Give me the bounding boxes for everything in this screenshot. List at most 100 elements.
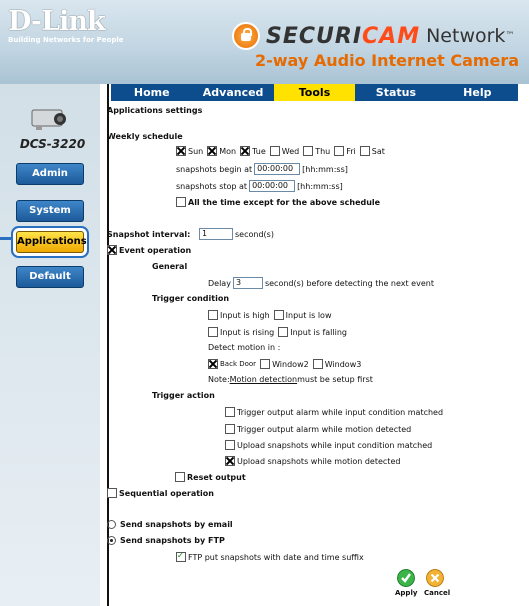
input-rising-label: Input is rising [220, 327, 275, 337]
window-label: Back Door [220, 360, 257, 368]
checkbox-action-4[interactable] [225, 456, 235, 466]
checkbox-fri[interactable] [334, 146, 345, 156]
trademark: ™ [505, 31, 515, 41]
input-high-label: Input is high [220, 310, 270, 320]
day-label: Fri [346, 146, 356, 156]
day-checkboxes: Sun Mon Tue Wed Thu Fri Sat [176, 146, 385, 156]
product-title: SECURI CAM Network ™ [232, 22, 514, 50]
day-label: Thu [315, 146, 331, 156]
checkbox-sequential[interactable] [107, 488, 117, 498]
checkbox-input-rising[interactable] [208, 327, 218, 337]
page-title: Applications settings [107, 106, 203, 115]
checkbox-window3[interactable] [312, 359, 323, 369]
reset-row: Reset output [175, 472, 246, 482]
tab-status[interactable]: Status [355, 84, 436, 101]
all-time-label: All the time except for the above schedu… [188, 197, 381, 207]
reset-label: Reset output [187, 472, 246, 482]
ftp-suffix-row: FTP put snapshots with date and time suf… [176, 551, 364, 562]
main-content: Applications settings Weekly schedule Su… [107, 101, 517, 606]
time-hint: [hh:mm:ss] [302, 164, 348, 174]
title-securi: SECURI [266, 23, 363, 49]
brand-name: D-Link [8, 6, 106, 37]
camera-icon [31, 109, 66, 130]
cancel-button[interactable]: Cancel [424, 589, 450, 597]
radio-email[interactable] [107, 520, 116, 529]
day-label: Sat [371, 146, 385, 156]
checkbox-event-operation[interactable] [107, 245, 117, 255]
ftp-row: Send snapshots by FTP [107, 536, 225, 545]
action-row-2: Trigger output alarm while motion detect… [225, 424, 411, 434]
default-button[interactable]: Default [16, 266, 84, 288]
checkbox-ftp-suffix[interactable] [176, 551, 186, 562]
checkbox-reset-output[interactable] [175, 472, 185, 482]
tab-tools[interactable]: Tools [273, 84, 356, 101]
note-suffix: must be setup first [297, 375, 373, 384]
title-network: Network [426, 25, 506, 47]
day-label: Wed [281, 146, 300, 156]
radio-ftp[interactable] [107, 536, 116, 545]
top-tabs: Home Advanced Tools Status Help [111, 84, 518, 101]
checkbox-input-falling[interactable] [278, 327, 289, 337]
lock-icon [232, 22, 260, 50]
checkbox-wed[interactable] [269, 146, 280, 156]
trigger-condition-heading: Trigger condition [152, 294, 230, 303]
delay-row: Delay 3 second(s) before detecting the n… [208, 277, 434, 289]
action-label: Upload snapshots while motion detected [237, 456, 401, 466]
delay-suffix: second(s) before detecting the next even… [264, 278, 434, 288]
stop-time-input[interactable]: 00:00:00 [249, 180, 296, 192]
trigger-action-heading: Trigger action [152, 391, 215, 400]
all-time-row: All the time except for the above schedu… [176, 197, 380, 207]
checkbox-input-low[interactable] [273, 310, 284, 320]
checkbox-sat[interactable] [359, 146, 370, 156]
checkbox-action-2[interactable] [225, 424, 235, 434]
sequential-row: Sequential operation [107, 488, 214, 498]
tab-home[interactable]: Home [111, 84, 192, 101]
tab-help[interactable]: Help [437, 84, 518, 101]
delay-input[interactable]: 3 [232, 277, 263, 289]
begin-label: snapshots begin at [176, 164, 253, 174]
action-row-1: Trigger output alarm while input conditi… [225, 407, 443, 417]
ftp-label: Send snapshots by FTP [120, 536, 225, 545]
action-label: Trigger output alarm while input conditi… [237, 407, 444, 417]
checkbox-input-high[interactable] [208, 310, 218, 320]
weekly-schedule-label: Weekly schedule [107, 132, 183, 141]
checkbox-mon[interactable] [207, 146, 218, 156]
checkbox-action-3[interactable] [225, 440, 235, 450]
window-row: Back Door Window2 Window3 [208, 359, 361, 369]
interval-label: Snapshot interval: [107, 229, 191, 239]
interval-input[interactable]: 1 [199, 228, 233, 240]
apply-icon[interactable] [397, 569, 415, 587]
system-button[interactable]: System [16, 200, 84, 222]
day-label: Tue [252, 146, 266, 156]
applications-button[interactable]: Applications [16, 231, 87, 253]
stop-row: snapshots stop at 00:00:00 [hh:mm:ss] [176, 180, 343, 192]
checkbox-back-door[interactable] [208, 359, 218, 369]
time-hint: [hh:mm:ss] [297, 181, 343, 191]
note-prefix: Note: [208, 375, 230, 384]
delay-label: Delay [208, 278, 231, 288]
checkbox-thu[interactable] [303, 146, 314, 156]
email-label: Send snapshots by email [120, 520, 233, 529]
begin-time-input[interactable]: 00:00:00 [254, 163, 301, 175]
apply-button[interactable]: Apply [395, 589, 417, 597]
cancel-icon[interactable] [426, 569, 444, 587]
email-row: Send snapshots by email [107, 520, 233, 529]
model-name: DCS-3220 [19, 137, 86, 151]
window-label: Window3 [324, 359, 362, 369]
action-row-4: Upload snapshots while motion detected [225, 456, 400, 466]
input-low-label: Input is low [285, 310, 332, 320]
admin-button[interactable]: Admin [16, 163, 84, 185]
dlink-logo: D-Link Building Networks for People [8, 8, 124, 44]
checkbox-window2[interactable] [260, 359, 271, 369]
tab-advanced[interactable]: Advanced [192, 84, 273, 101]
detect-motion-label: Detect motion in : [208, 343, 281, 352]
product-subtitle: 2-way Audio Internet Camera [255, 51, 520, 70]
checkbox-tue[interactable] [240, 146, 251, 156]
checkbox-all-time[interactable] [176, 197, 186, 207]
action-label: Trigger output alarm while motion detect… [237, 424, 412, 434]
checkbox-action-1[interactable] [225, 407, 235, 417]
input-falling-label: Input is falling [290, 327, 347, 337]
motion-detection-link[interactable]: Motion detection [230, 375, 297, 384]
day-label: Sun [188, 146, 204, 156]
checkbox-sun[interactable] [176, 146, 186, 156]
